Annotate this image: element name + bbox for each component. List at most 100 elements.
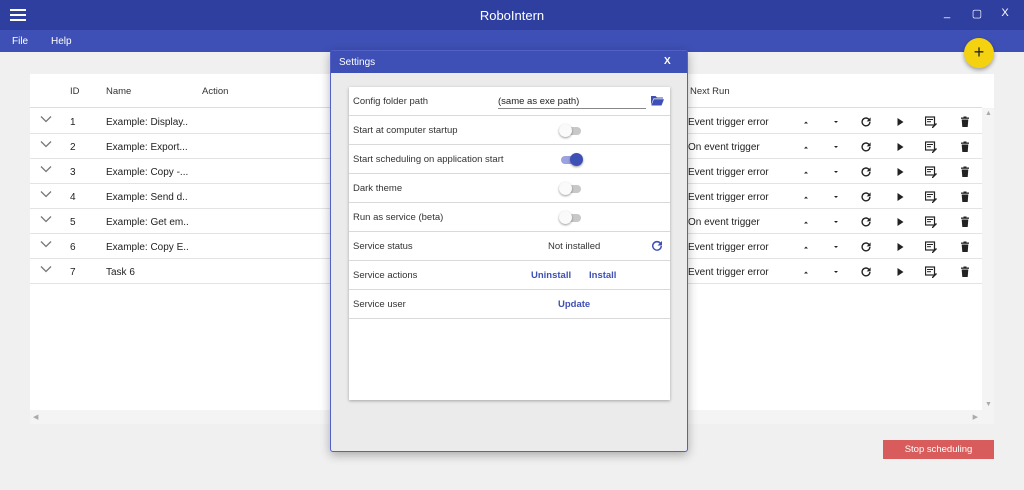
settings-close-button[interactable]: X [664,56,671,67]
edit-task-icon[interactable] [925,141,937,153]
row-id: 7 [70,267,76,278]
row-name: Example: Display... [106,117,188,128]
delete-trash-icon[interactable] [959,116,971,128]
run-play-icon[interactable] [894,216,906,228]
title-bar: RoboIntern _ ▢ X [0,0,1024,30]
run-play-icon[interactable] [894,141,906,153]
expand-row-chevron-down-icon[interactable] [40,113,52,125]
row-next-run: Event trigger error [688,192,769,203]
run-play-icon[interactable] [894,191,906,203]
expand-row-chevron-down-icon[interactable] [40,238,52,250]
run-as-service-label: Run as service (beta) [353,212,444,223]
expand-row-chevron-down-icon[interactable] [40,138,52,150]
header-next-run[interactable]: Next Run [690,86,730,97]
scroll-right-arrow-icon[interactable]: ▶ [973,413,978,421]
config-folder-input[interactable]: (same as exe path) [498,93,646,109]
expand-row-chevron-down-icon[interactable] [40,188,52,200]
dark-theme-toggle[interactable] [559,182,581,195]
move-down-arrow-icon[interactable] [830,216,842,228]
row-next-run: Event trigger error [688,267,769,278]
scroll-down-arrow-icon[interactable]: ▼ [985,401,992,408]
reload-icon[interactable] [860,241,872,253]
move-up-arrow-icon[interactable] [800,216,812,228]
move-up-arrow-icon[interactable] [800,116,812,128]
add-task-button[interactable]: + [964,38,994,68]
close-window-button[interactable]: X [996,7,1014,23]
edit-task-icon[interactable] [925,216,937,228]
scroll-up-arrow-icon[interactable]: ▲ [985,110,992,117]
row-next-run: Event trigger error [688,117,769,128]
setting-start-at-startup: Start at computer startup [349,116,670,145]
setting-dark-theme: Dark theme [349,174,670,203]
settings-dialog: Settings X Config folder path (same as e… [330,50,688,452]
maximize-button[interactable]: ▢ [968,7,986,23]
row-name: Example: Export... [106,142,188,153]
row-next-run: Event trigger error [688,167,769,178]
move-down-arrow-icon[interactable] [830,266,842,278]
vertical-scrollbar[interactable]: ▲ ▼ [982,108,994,410]
delete-trash-icon[interactable] [959,191,971,203]
run-play-icon[interactable] [894,266,906,278]
settings-title: Settings [339,57,376,68]
run-play-icon[interactable] [894,116,906,128]
menu-file[interactable]: File [12,36,28,47]
delete-trash-icon[interactable] [959,216,971,228]
setting-start-scheduling: Start scheduling on application start [349,145,670,174]
expand-row-chevron-down-icon[interactable] [40,163,52,175]
delete-trash-icon[interactable] [959,166,971,178]
move-down-arrow-icon[interactable] [830,191,842,203]
start-at-startup-label: Start at computer startup [353,125,458,136]
move-up-arrow-icon[interactable] [800,166,812,178]
run-play-icon[interactable] [894,241,906,253]
move-down-arrow-icon[interactable] [830,166,842,178]
edit-task-icon[interactable] [925,191,937,203]
start-at-startup-toggle[interactable] [559,124,581,137]
row-name: Example: Get em... [106,217,188,228]
row-name: Example: Send d... [106,192,188,203]
reload-icon[interactable] [860,166,872,178]
delete-trash-icon[interactable] [959,241,971,253]
move-down-arrow-icon[interactable] [830,116,842,128]
row-id: 2 [70,142,76,153]
header-action[interactable]: Action [202,86,228,97]
row-name: Example: Copy E... [106,242,188,253]
refresh-status-icon[interactable] [651,240,663,252]
menu-bar: File Help [0,30,1024,52]
menu-help[interactable]: Help [51,36,72,47]
reload-icon[interactable] [860,266,872,278]
move-down-arrow-icon[interactable] [830,241,842,253]
edit-task-icon[interactable] [925,166,937,178]
reload-icon[interactable] [860,141,872,153]
scroll-left-arrow-icon[interactable]: ◀ [33,413,38,421]
update-button[interactable]: Update [558,299,590,310]
app-title: RoboIntern [479,8,545,23]
delete-trash-icon[interactable] [959,266,971,278]
row-next-run: Event trigger error [688,242,769,253]
edit-task-icon[interactable] [925,116,937,128]
edit-task-icon[interactable] [925,266,937,278]
start-scheduling-toggle[interactable] [561,153,583,166]
setting-service-status: Service status Not installed [349,232,670,261]
row-id: 3 [70,167,76,178]
reload-icon[interactable] [860,191,872,203]
move-up-arrow-icon[interactable] [800,266,812,278]
reload-icon[interactable] [860,116,872,128]
move-up-arrow-icon[interactable] [800,191,812,203]
run-play-icon[interactable] [894,166,906,178]
delete-trash-icon[interactable] [959,141,971,153]
install-button[interactable]: Install [589,270,616,281]
minimize-button[interactable]: _ [938,7,956,23]
expand-row-chevron-down-icon[interactable] [40,213,52,225]
move-up-arrow-icon[interactable] [800,241,812,253]
edit-task-icon[interactable] [925,241,937,253]
reload-icon[interactable] [860,216,872,228]
move-up-arrow-icon[interactable] [800,141,812,153]
move-down-arrow-icon[interactable] [830,141,842,153]
run-as-service-toggle[interactable] [559,211,581,224]
folder-open-icon[interactable] [651,95,664,106]
uninstall-button[interactable]: Uninstall [531,270,571,281]
expand-row-chevron-down-icon[interactable] [40,263,52,275]
header-name[interactable]: Name [106,86,131,97]
header-id[interactable]: ID [70,86,80,97]
stop-scheduling-button[interactable]: Stop scheduling [883,440,994,459]
